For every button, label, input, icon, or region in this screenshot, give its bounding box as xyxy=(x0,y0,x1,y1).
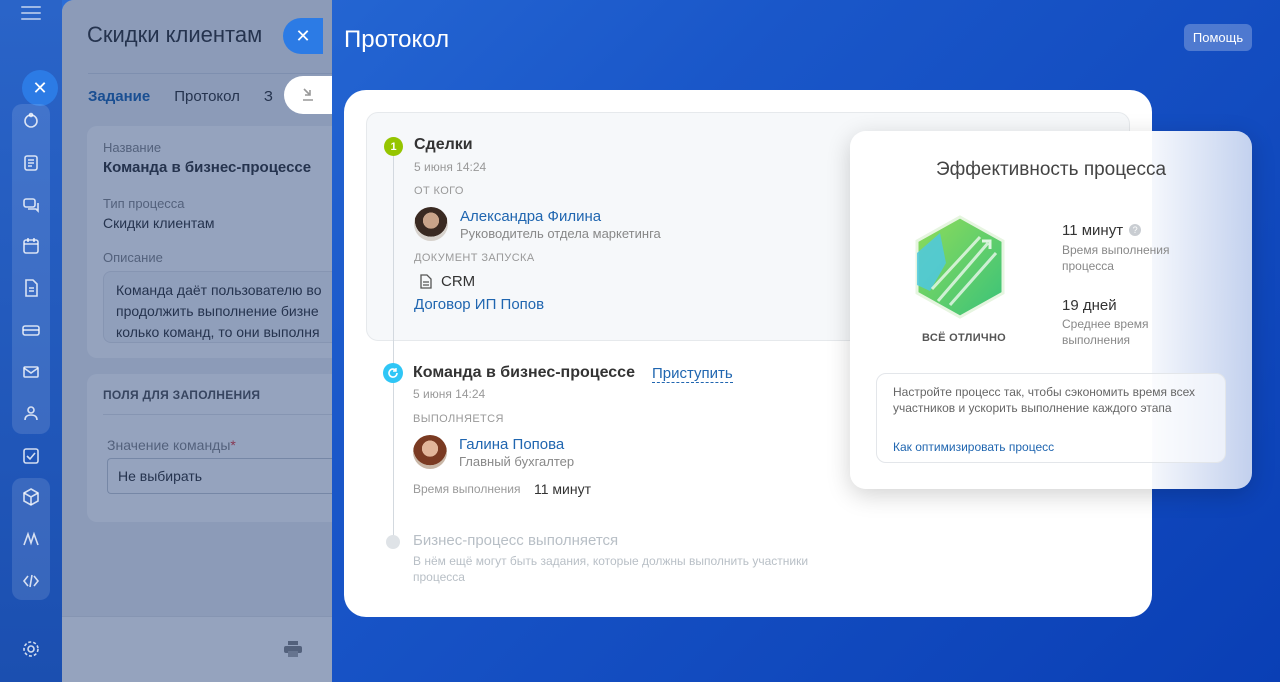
document-icon xyxy=(420,274,432,289)
rail-close-icon[interactable]: ✕ xyxy=(22,70,58,106)
left-rail: ✕ xyxy=(0,0,62,682)
box-icon[interactable] xyxy=(20,486,42,508)
help-button[interactable]: Помощь xyxy=(1184,24,1252,51)
running-icon xyxy=(383,363,403,383)
person-role: Главный бухгалтер xyxy=(459,454,575,469)
crm-icon[interactable] xyxy=(20,319,42,341)
timeline-line xyxy=(393,156,394,546)
efficiency-title: Эффективность процесса xyxy=(935,159,1167,180)
mail-icon[interactable] xyxy=(20,361,42,383)
chat-icon[interactable] xyxy=(20,194,42,216)
step-3-title: Бизнес-процесс выполняется xyxy=(413,532,619,549)
metric-1-value: 11 минут? xyxy=(1062,222,1142,239)
question-icon[interactable]: ? xyxy=(1129,224,1142,236)
doc-type: CRM xyxy=(441,273,476,290)
person-name-link[interactable]: Галина Попова xyxy=(459,436,564,453)
from-label: ОТ КОГО xyxy=(414,185,464,197)
time-label: Время выполнения xyxy=(413,482,521,496)
metric-1-label: Время выполнения процесса xyxy=(1062,243,1170,273)
efficiency-popup: Эффективность процесса ВСЁ ОТЛИЧНО 11 ми… xyxy=(850,131,1252,489)
efficiency-status: ВСЁ ОТЛИЧНО xyxy=(922,332,1007,344)
optimization-tip: Настройте процесс так, чтобы сэкономить … xyxy=(876,373,1226,463)
menu-icon[interactable] xyxy=(21,6,41,20)
settings-gear-icon[interactable] xyxy=(20,638,42,660)
step-1-date: 5 июня 14:24 xyxy=(414,160,487,174)
task-panel: Скидки клиентам Задание Протокол З Назва… xyxy=(62,0,332,682)
metric-2-value: 19 дней xyxy=(1062,297,1117,314)
download-icon[interactable] xyxy=(284,76,332,114)
efficiency-badge-icon xyxy=(915,215,1005,319)
feed-icon[interactable] xyxy=(20,152,42,174)
metric-2-label: Среднее время выполнения xyxy=(1062,317,1149,347)
start-action-link[interactable]: Приступить xyxy=(652,365,733,383)
step-1-title: Сделки xyxy=(414,136,473,153)
activity-icon[interactable] xyxy=(20,110,42,132)
sign-icon[interactable] xyxy=(20,528,42,550)
running-label: ВЫПОЛНЯЕТСЯ xyxy=(413,413,504,425)
close-icon[interactable]: ✕ xyxy=(283,18,323,54)
protocol-title: Протокол xyxy=(344,26,450,53)
optimize-process-link[interactable]: Как оптимизировать процесс xyxy=(893,440,1054,454)
step-2-title: Команда в бизнес-процессе xyxy=(413,364,635,381)
users-icon[interactable] xyxy=(20,402,42,424)
step-2-date: 5 июня 14:24 xyxy=(413,387,486,401)
avatar xyxy=(413,435,447,469)
document-icon[interactable] xyxy=(20,277,42,299)
tasks-icon[interactable] xyxy=(20,445,42,467)
person-name-link[interactable]: Александра Филина xyxy=(460,208,601,225)
doc-label: ДОКУМЕНТ ЗАПУСКА xyxy=(414,252,535,264)
calendar-icon[interactable] xyxy=(20,235,42,257)
time-value: 11 минут xyxy=(534,481,592,497)
avatar xyxy=(414,207,448,241)
step-3-text: В нём ещё могут быть задания, которые до… xyxy=(413,554,809,584)
step-number-badge: 1 xyxy=(384,137,403,156)
pending-step-dot xyxy=(386,535,400,549)
tip-text: Настройте процесс так, чтобы сэкономить … xyxy=(893,385,1196,415)
doc-link[interactable]: Договор ИП Попов xyxy=(414,296,544,313)
code-icon[interactable] xyxy=(20,570,42,592)
person-role: Руководитель отдела маркетинга xyxy=(460,226,661,241)
